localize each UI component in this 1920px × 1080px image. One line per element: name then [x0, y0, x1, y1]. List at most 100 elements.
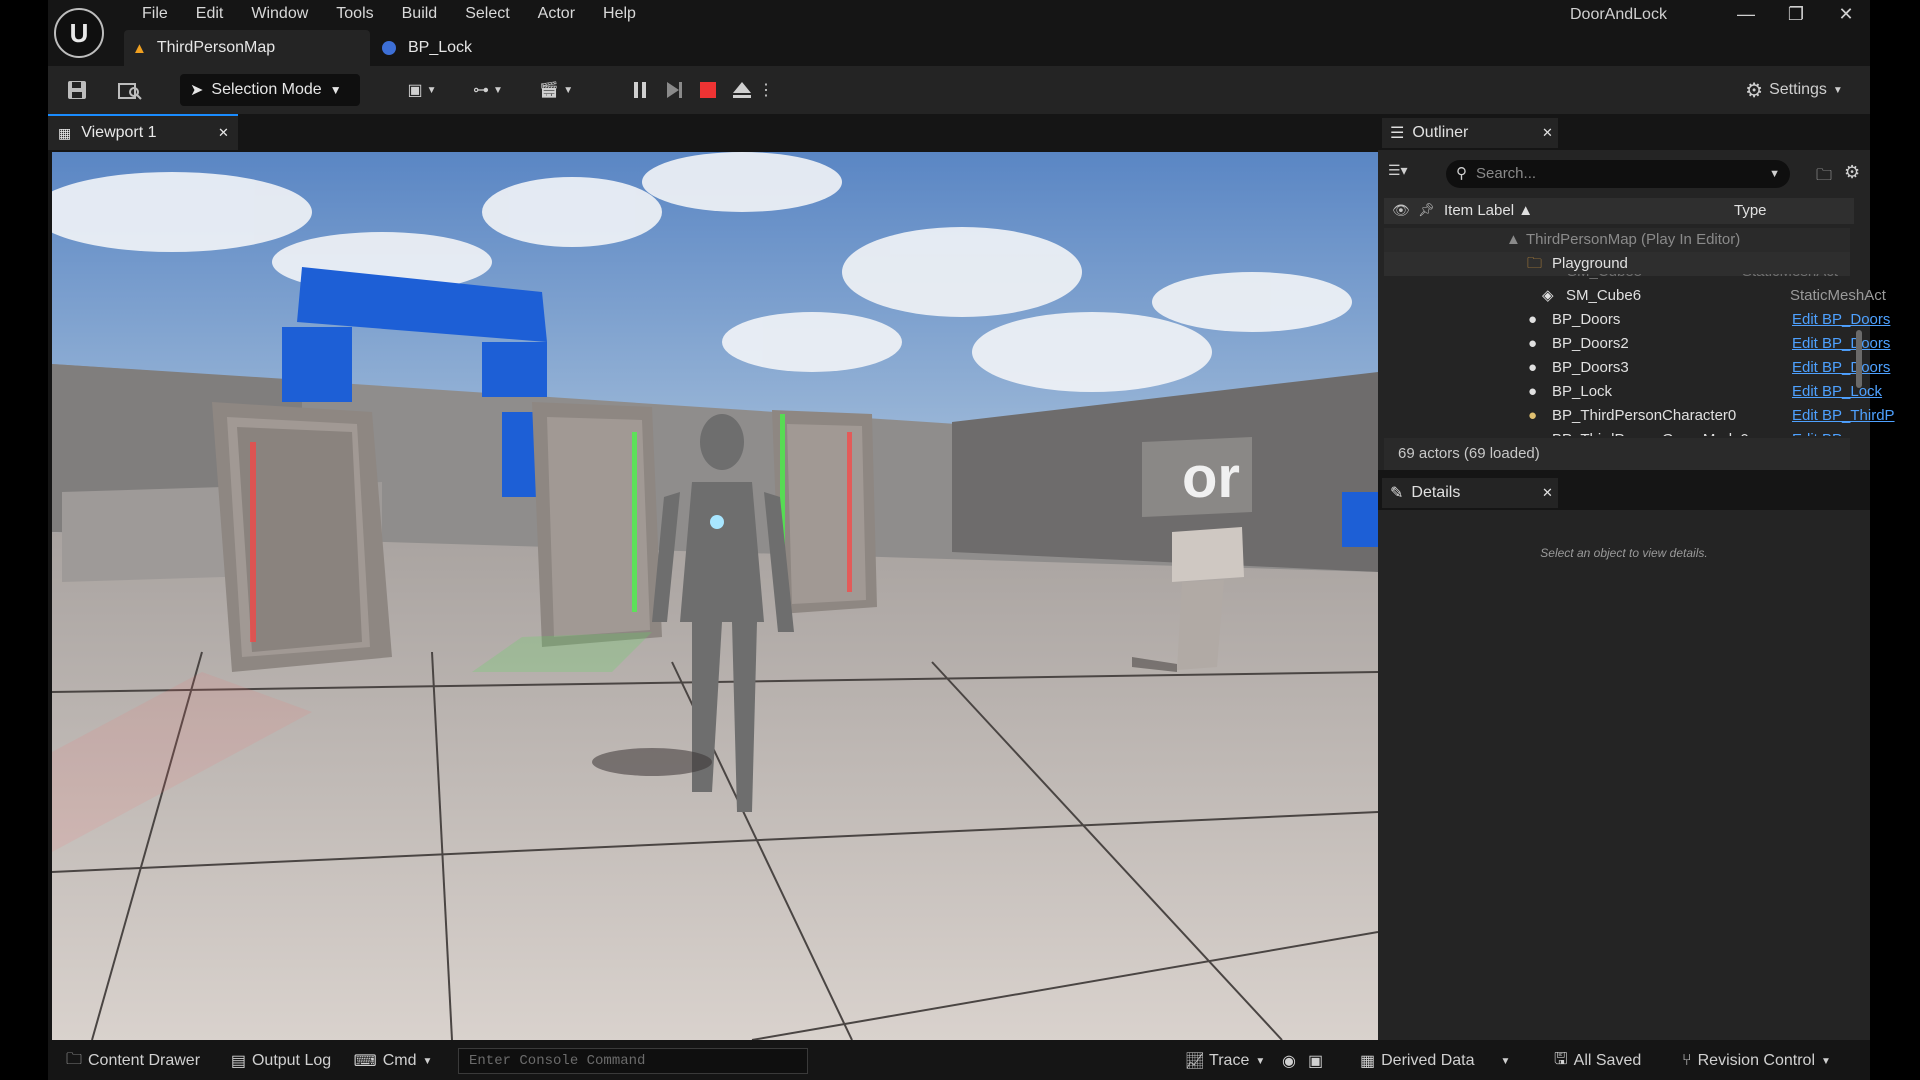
log-icon: ▤ [230, 1053, 246, 1070]
pause-icon[interactable] [628, 74, 652, 106]
settings-button[interactable]: ⚙ Settings ▼ [1734, 74, 1854, 106]
chevron-down-icon: ▼ [426, 84, 437, 96]
settings-label: Settings [1769, 81, 1827, 98]
menu-actor[interactable]: Actor [524, 4, 589, 24]
derived-data-label: Derived Data [1381, 1052, 1475, 1069]
level-viewport[interactable]: or [52, 152, 1378, 1040]
record-icon[interactable]: ◉ [1282, 1048, 1302, 1074]
new-folder-icon[interactable]: 🗀 [1816, 164, 1832, 191]
type-column[interactable]: Type [1734, 202, 1767, 219]
tab-details[interactable]: ✎ Details ✕ [1382, 478, 1558, 508]
editor-window: U File Edit Window Tools Build Select Ac… [48, 0, 1895, 1080]
derived-data-dropdown[interactable]: ▦ Derived Data ▼ [1360, 1048, 1510, 1074]
outliner-search-input[interactable]: ⚲ Search... ▼ [1446, 160, 1790, 188]
menu-help[interactable]: Help [589, 4, 650, 24]
viewport-icon: ▦ [58, 124, 72, 141]
add-actor-button[interactable]: ▣ ▼ [400, 74, 444, 106]
actor-count: 69 actors (69 loaded) [1384, 438, 1850, 470]
blueprint-menu-button[interactable]: ⊶ ▼ [466, 74, 510, 106]
outliner-row[interactable]: ● BP_ThirdPersonCharacter0 Edit BP_Third… [1384, 404, 1895, 428]
outliner-row-partial-top[interactable]: SM_Cube5 StaticMeshAct [1384, 274, 1850, 284]
menu-file[interactable]: File [128, 4, 182, 24]
outliner-row-folder[interactable]: 🗀 Playground [1384, 252, 1850, 276]
output-log-label: Output Log [251, 1052, 332, 1069]
content-drawer-button[interactable]: 🗀 Content Drawer [58, 1048, 208, 1074]
outliner-settings-icon[interactable]: ⚙ [1844, 162, 1860, 183]
step-frame-icon[interactable] [662, 74, 686, 106]
blueprint-icon [382, 41, 396, 55]
outliner-row[interactable]: ● BP_Doors3 Edit BP_Doors [1384, 356, 1890, 380]
screenshot-icon[interactable]: ▣ [1308, 1048, 1328, 1074]
character-icon: ● [1528, 407, 1538, 424]
save-icon[interactable] [62, 74, 92, 106]
tab-outliner[interactable]: ☰ Outliner ✕ [1382, 118, 1558, 148]
chevron-down-icon: ▼ [329, 83, 342, 97]
menu-select[interactable]: Select [451, 4, 523, 24]
all-saved-button[interactable]: 🖫 All Saved [1554, 1048, 1654, 1074]
trace-dropdown[interactable]: 📈︎ Trace ▼ [1180, 1048, 1270, 1074]
cursor-icon: ➤ [190, 82, 204, 99]
folder-icon: 🗀 [1527, 255, 1543, 272]
outliner-scrollbar[interactable] [1856, 330, 1862, 388]
outliner-row[interactable]: ● BP_Lock Edit BP_Lock [1384, 380, 1882, 404]
folder-label: Playground [1552, 255, 1628, 272]
pin-icon[interactable]: 📌︎ [1418, 202, 1435, 218]
menu-edit[interactable]: Edit [182, 4, 238, 24]
outliner-row-partial-bottom[interactable]: BP_ThirdPersonGameMode0 Edit BP_ThirdP [1384, 428, 1850, 436]
tab-bp-lock-label: BP_Lock [408, 39, 473, 56]
edit-blueprint-link[interactable]: Edit BP_Lock [1792, 380, 1882, 404]
cinematics-button[interactable]: 🎬︎ ▼ [534, 74, 578, 106]
minimize-icon[interactable]: — [1724, 0, 1768, 28]
outliner-row[interactable]: ● BP_Doors2 Edit BP_Doors [1384, 332, 1890, 356]
menu-bar: File Edit Window Tools Build Select Acto… [128, 4, 650, 24]
selection-mode-dropdown[interactable]: ➤ Selection Mode ▼ [180, 74, 360, 106]
chevron-down-icon: ▼ [1832, 84, 1843, 96]
close-icon[interactable]: ✕ [1824, 0, 1868, 28]
filter-icon[interactable]: ☰▾ [1388, 162, 1408, 179]
close-tab-icon[interactable]: ✕ [218, 125, 229, 141]
edit-blueprint-link[interactable]: Edit BP_Doors [1792, 332, 1890, 356]
root-label: ThirdPersonMap (Play In Editor) [1526, 231, 1741, 248]
stop-icon[interactable] [696, 74, 720, 106]
row-label: SM_Cube6 [1566, 287, 1642, 304]
menu-window[interactable]: Window [237, 4, 322, 24]
edit-blueprint-link[interactable]: Edit BP_Doors [1792, 356, 1890, 380]
browse-icon[interactable] [114, 74, 146, 106]
unreal-logo-icon[interactable]: U [54, 8, 104, 58]
game-scene[interactable]: or [52, 152, 1378, 1040]
tab-viewport-1[interactable]: ▦ Viewport 1 ✕ [48, 114, 238, 150]
tab-thirdpersonmap[interactable]: ▲ ThirdPersonMap [124, 30, 370, 66]
level-warning-icon: ▲ [132, 39, 147, 57]
tab-bp-lock[interactable]: BP_Lock [382, 30, 522, 66]
row-label: BP_Doors [1552, 311, 1621, 328]
close-tab-icon[interactable]: ✕ [1542, 125, 1553, 141]
outliner-row[interactable]: ◈ SM_Cube6 StaticMeshAct [1384, 284, 1886, 308]
search-icon: ⚲ [1456, 165, 1467, 182]
edit-blueprint-link[interactable]: Edit BP_Doors [1792, 308, 1890, 332]
partial-bottom-label: BP_ThirdPersonGameMode0 [1552, 428, 1749, 436]
more-options-icon[interactable]: ⋮ [758, 74, 774, 106]
menu-tools[interactable]: Tools [322, 4, 387, 24]
map-icon: ▲ [1506, 231, 1521, 248]
details-title: Details [1411, 484, 1461, 501]
details-empty-message: Select an object to view details. [1540, 546, 1708, 560]
visibility-icon[interactable]: 👁︎ [1392, 202, 1410, 219]
chevron-down-icon[interactable]: ▼ [1769, 160, 1780, 188]
close-tab-icon[interactable]: ✕ [1542, 485, 1553, 501]
menu-build[interactable]: Build [388, 4, 452, 24]
actor-icon: ● [1528, 311, 1538, 328]
partial-bottom-link[interactable]: Edit BP_ThirdP [1792, 428, 1850, 436]
cmd-dropdown[interactable]: ⌨ Cmd ▼ [350, 1048, 436, 1074]
revision-control-dropdown[interactable]: ⑂ Revision Control ▼ [1682, 1048, 1858, 1074]
restore-icon[interactable]: ❐ [1774, 0, 1818, 28]
item-label-column[interactable]: Item Label ▲ [1444, 202, 1533, 219]
console-command-input[interactable]: Enter Console Command [458, 1048, 808, 1074]
row-type: StaticMeshAct [1790, 287, 1886, 304]
outliner-row[interactable]: ● BP_Doors Edit BP_Doors [1384, 308, 1890, 332]
partial-top-label: SM_Cube5 [1567, 274, 1642, 284]
edit-blueprint-link[interactable]: Edit BP_ThirdP [1792, 404, 1895, 428]
eject-icon[interactable] [730, 74, 754, 106]
output-log-button[interactable]: ▤ Output Log [224, 1048, 338, 1074]
outliner-row-root[interactable]: ▲ ThirdPersonMap (Play In Editor) [1384, 228, 1850, 252]
wall-text: or [1182, 445, 1240, 510]
